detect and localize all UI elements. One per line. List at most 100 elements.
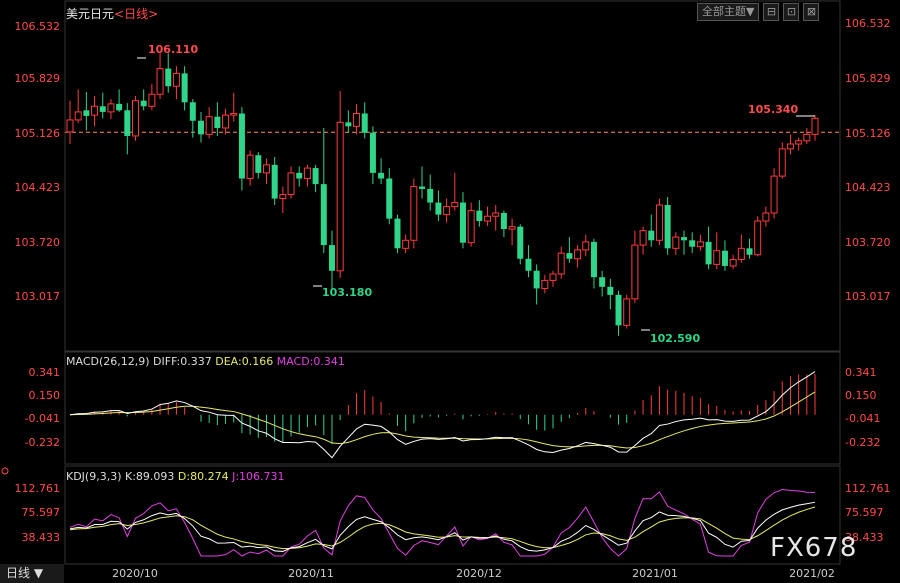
price-tick: 105.126 — [845, 127, 891, 140]
restore-icon[interactable]: ⊡ — [783, 3, 800, 21]
candle-body — [541, 279, 549, 289]
kdj-tick: 112.761 — [845, 482, 891, 495]
candle-body — [296, 172, 303, 179]
macd-tick: 0.150 — [845, 389, 877, 402]
candle-body — [410, 186, 418, 241]
interval-label[interactable]: <日线> — [114, 7, 158, 21]
candle-body — [165, 68, 172, 87]
theme-dropdown[interactable]: 全部主题▼ — [697, 3, 760, 21]
candle-body — [140, 100, 147, 107]
candle-body — [238, 113, 245, 179]
candle-body — [435, 202, 442, 215]
candle-body — [99, 106, 106, 112]
candle-body — [303, 167, 311, 180]
macd-title: MACD(26,12,9) — [66, 355, 150, 368]
candle-body — [386, 178, 393, 219]
candle-body — [427, 188, 434, 203]
kdj-k-value: K:89.093 — [125, 470, 175, 483]
candle-body — [148, 93, 156, 107]
macd-tick: 0.150 — [29, 389, 61, 402]
price-tick: 105.126 — [15, 127, 61, 140]
candle-body — [517, 226, 524, 259]
price-tick: 105.829 — [845, 72, 891, 85]
period-label: 日线 — [6, 566, 31, 580]
minimize-icon[interactable]: ⊟ — [763, 3, 780, 21]
macd-tick: -0.041 — [25, 412, 60, 425]
candle-body — [681, 237, 688, 241]
candle-body — [443, 206, 451, 216]
candle-body — [74, 111, 82, 121]
candle-body — [124, 110, 131, 136]
price-tick: 103.017 — [845, 290, 891, 303]
candle-body — [648, 230, 655, 241]
candle-body — [803, 133, 811, 142]
macd-dea-value: DEA:0.166 — [215, 355, 274, 368]
candle-body — [116, 103, 123, 111]
price-tick: 103.017 — [15, 290, 61, 303]
candle-body — [262, 164, 270, 174]
symbol-name: 美元日元 — [66, 7, 115, 21]
candle-body — [287, 172, 295, 196]
high-label: 106.110 — [148, 43, 198, 56]
candle-body — [369, 132, 376, 173]
candle-body — [778, 148, 786, 177]
price-tick: 104.423 — [15, 181, 61, 194]
low-label-2: 102.590 — [650, 332, 700, 345]
price-tick: 104.423 — [845, 181, 891, 194]
last-price-label: 105.340 — [748, 103, 798, 116]
low-label-1: 103.180 — [322, 286, 372, 299]
candle-body — [705, 241, 712, 265]
close-icon[interactable]: ⊠ — [803, 3, 820, 21]
candle-body — [214, 116, 221, 128]
price-tick: 105.829 — [15, 72, 61, 85]
candle-body — [672, 236, 680, 249]
candle-body — [394, 218, 401, 249]
macd-tick: -0.041 — [845, 412, 880, 425]
candle-body — [754, 220, 762, 256]
x-tick: 2020/12 — [456, 567, 502, 580]
candle-body — [91, 105, 99, 116]
candle-body — [795, 140, 803, 145]
candle-body — [664, 204, 671, 249]
candle-body — [500, 213, 507, 230]
macd-tick: 0.341 — [29, 366, 61, 379]
d-line — [69, 506, 816, 550]
candle-body — [345, 122, 352, 127]
macd-tick: -0.232 — [845, 436, 880, 449]
price-tick: 103.720 — [15, 236, 61, 249]
price-tick: 106.532 — [15, 20, 61, 33]
candle-body — [574, 249, 582, 260]
candle-body — [525, 258, 532, 271]
dea-line — [69, 391, 816, 449]
candle-body — [320, 184, 327, 246]
candle-body — [484, 215, 492, 222]
candle-body — [271, 164, 278, 199]
candle-body — [83, 110, 90, 116]
kdj-title: KDJ(9,3,3) — [66, 470, 122, 483]
candle-body — [689, 240, 696, 247]
candle-body — [378, 172, 385, 179]
candle-body — [762, 212, 770, 222]
candle-body — [419, 186, 426, 189]
settings-dot-icon[interactable] — [1, 467, 9, 475]
candle-body — [230, 113, 238, 116]
candle-body — [189, 102, 196, 121]
candle-body — [107, 103, 115, 113]
price-tick: 103.720 — [845, 236, 891, 249]
candle-body — [361, 113, 368, 133]
candle-body — [255, 155, 262, 173]
candle-body — [467, 210, 475, 244]
candle-body — [590, 241, 597, 278]
period-selector[interactable]: 日线 ▼ — [0, 564, 64, 583]
candle-body — [451, 202, 459, 208]
x-tick: 2021/02 — [789, 567, 835, 580]
candle-body — [131, 100, 139, 137]
candle-body — [721, 250, 728, 266]
macd-tick: 0.341 — [845, 366, 877, 379]
x-axis: 2020/10 2020/11 2020/12 2021/01 2021/02 — [112, 567, 835, 580]
chart-canvas: 106.532 105.829 105.126 104.423 103.720 … — [1, 0, 891, 580]
candle-body — [492, 212, 500, 217]
chevron-down-icon: ▼ — [33, 566, 44, 580]
candle-body — [811, 117, 819, 135]
candle-body — [623, 298, 631, 326]
